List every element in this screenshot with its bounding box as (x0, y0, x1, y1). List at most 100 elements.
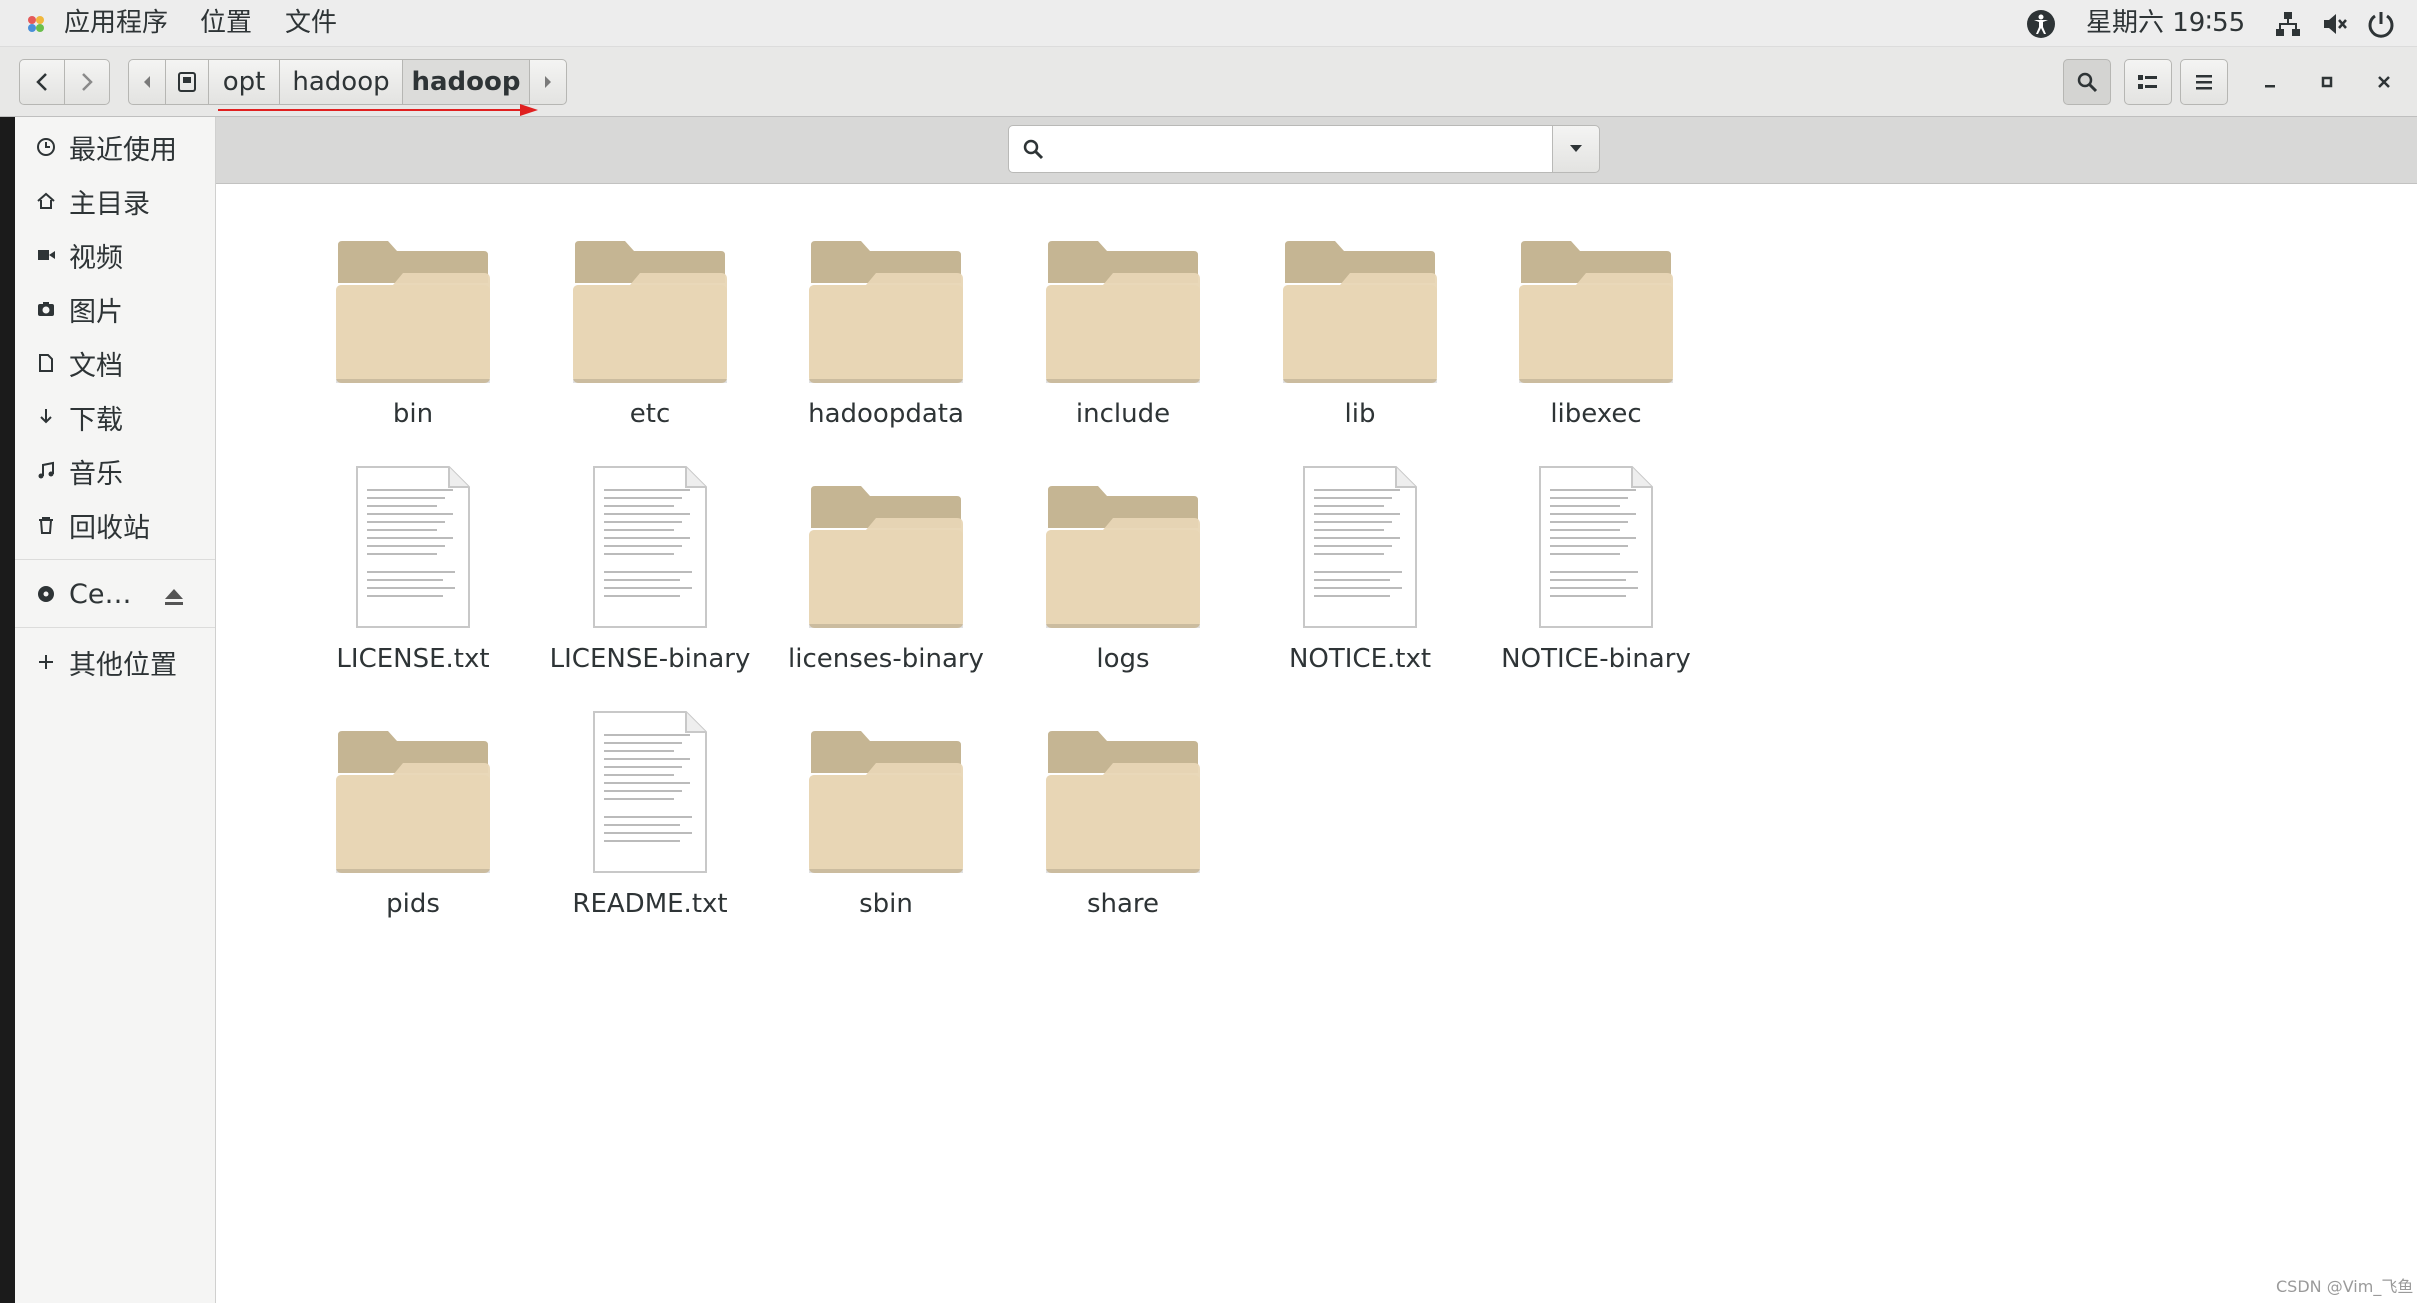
search-field[interactable] (1008, 125, 1553, 173)
watermark: CSDN @Vim_飞鱼 (2276, 1277, 2414, 1296)
minimize-icon (2265, 85, 2275, 88)
sidebar: 最近使用 主目录 视频 图片 文档 下载 音乐 回收站 Ce… 其他位置 (15, 117, 216, 1303)
triangle-left-icon (144, 76, 150, 88)
clock[interactable]: 星期六 19∶55 (2086, 0, 2245, 47)
sidebar-separator (15, 559, 215, 560)
folder-icon (1043, 227, 1203, 391)
triangle-right-icon (545, 76, 551, 88)
places-menu[interactable]: 位置 (200, 0, 252, 47)
sidebar-item-device[interactable]: Ce… (15, 569, 215, 619)
power-icon[interactable] (2366, 9, 2396, 39)
hamburger-icon (2196, 75, 2212, 90)
close-icon (2378, 76, 2390, 88)
folder-item[interactable]: libexec (1456, 194, 1736, 429)
text-file-icon (1536, 465, 1656, 634)
drive-icon (178, 72, 196, 92)
sidebar-item-label: 视频 (69, 242, 123, 274)
sidebar-item-pictures[interactable]: 图片 (15, 284, 215, 334)
search-input[interactable] (1057, 132, 1541, 168)
plus-icon (35, 651, 57, 673)
folder-icon (1043, 717, 1203, 881)
applications-menu[interactable]: 应用程序 (64, 0, 168, 47)
sidebar-item-label: 其他位置 (69, 649, 177, 681)
close-button[interactable] (2362, 59, 2406, 105)
path-scroll-left-button[interactable] (128, 59, 166, 105)
chevron-down-icon (1570, 145, 1582, 152)
file-name-label: libexec (1550, 399, 1642, 429)
file-grid: bin etc hadoopdata include lib libexec LICENSE… (216, 184, 2417, 1303)
desktop-edge (0, 47, 15, 1303)
sidebar-item-other-locations[interactable]: 其他位置 (15, 637, 215, 687)
sidebar-separator (15, 627, 215, 628)
document-icon (35, 352, 57, 374)
sidebar-item-music[interactable]: 音乐 (15, 446, 215, 496)
sidebar-item-label: 回收站 (69, 512, 150, 544)
text-file-icon (590, 710, 710, 879)
folder-icon (806, 717, 966, 881)
folder-icon (1043, 472, 1203, 636)
network-icon[interactable] (2273, 9, 2303, 39)
trash-icon (35, 514, 57, 536)
camera-icon (35, 298, 57, 320)
menu-button[interactable] (2180, 59, 2228, 105)
search-icon (1023, 139, 1044, 160)
list-view-icon (2138, 75, 2157, 89)
sidebar-item-label: 文档 (69, 350, 123, 382)
annotation-arrow-line (218, 109, 528, 111)
sidebar-item-label: Ce… (69, 578, 132, 610)
search-toggle-button[interactable] (2063, 59, 2111, 105)
accessibility-icon[interactable] (2026, 9, 2056, 39)
folder-item[interactable]: share (983, 684, 1263, 919)
header-bar: opt hadoop hadoop (0, 47, 2417, 117)
folder-icon (806, 472, 966, 636)
clock-icon (35, 136, 57, 158)
apps-icon[interactable] (24, 12, 48, 36)
download-icon (35, 406, 57, 428)
text-file-icon (590, 465, 710, 634)
path-scroll-right-button[interactable] (529, 59, 567, 105)
sidebar-item-label: 下载 (69, 404, 123, 436)
maximize-button[interactable] (2305, 59, 2349, 105)
video-icon (35, 244, 57, 266)
annotation-arrow-head (520, 104, 538, 116)
search-icon (2077, 72, 2098, 93)
sidebar-item-label: 图片 (69, 296, 123, 328)
search-options-button[interactable] (1552, 125, 1600, 173)
view-mode-button[interactable] (2124, 59, 2172, 105)
files-app-menu[interactable]: 文件 (285, 0, 337, 47)
file-name-label: share (1086, 889, 1160, 919)
chevron-left-icon (36, 73, 47, 91)
folder-icon (333, 717, 493, 881)
search-bar (216, 117, 2417, 184)
forward-button[interactable] (64, 59, 110, 105)
maximize-icon (2321, 76, 2333, 88)
sidebar-item-videos[interactable]: 视频 (15, 230, 215, 280)
sidebar-item-label: 最近使用 (69, 134, 177, 166)
sidebar-item-downloads[interactable]: 下载 (15, 392, 215, 442)
file-item[interactable]: NOTICE-binary (1456, 439, 1736, 674)
minimize-button[interactable] (2248, 59, 2292, 105)
sidebar-item-home[interactable]: 主目录 (15, 176, 215, 226)
folder-icon (1280, 227, 1440, 391)
music-icon (35, 460, 57, 482)
text-file-icon (1300, 465, 1420, 634)
folder-icon (1516, 227, 1676, 391)
path-bar: opt hadoop hadoop (128, 59, 567, 105)
text-file-icon (353, 465, 473, 634)
file-name-label: NOTICE-binary (1501, 644, 1691, 674)
sidebar-item-label: 主目录 (69, 188, 150, 220)
home-icon (35, 190, 57, 212)
sidebar-item-trash[interactable]: 回收站 (15, 500, 215, 550)
path-segment-hadoop[interactable]: hadoop (279, 59, 403, 105)
folder-icon (806, 227, 966, 391)
sidebar-item-recent[interactable]: 最近使用 (15, 122, 215, 172)
path-segment-current[interactable]: hadoop (402, 59, 530, 105)
disc-icon (35, 583, 57, 605)
top-panel: 应用程序 位置 文件 星期六 19∶55 (0, 0, 2417, 47)
back-button[interactable] (19, 59, 65, 105)
sidebar-item-documents[interactable]: 文档 (15, 338, 215, 388)
path-segment-opt[interactable]: opt (208, 59, 280, 105)
eject-icon[interactable] (163, 583, 185, 614)
volume-icon[interactable] (2320, 9, 2350, 39)
path-root-button[interactable] (165, 59, 209, 105)
